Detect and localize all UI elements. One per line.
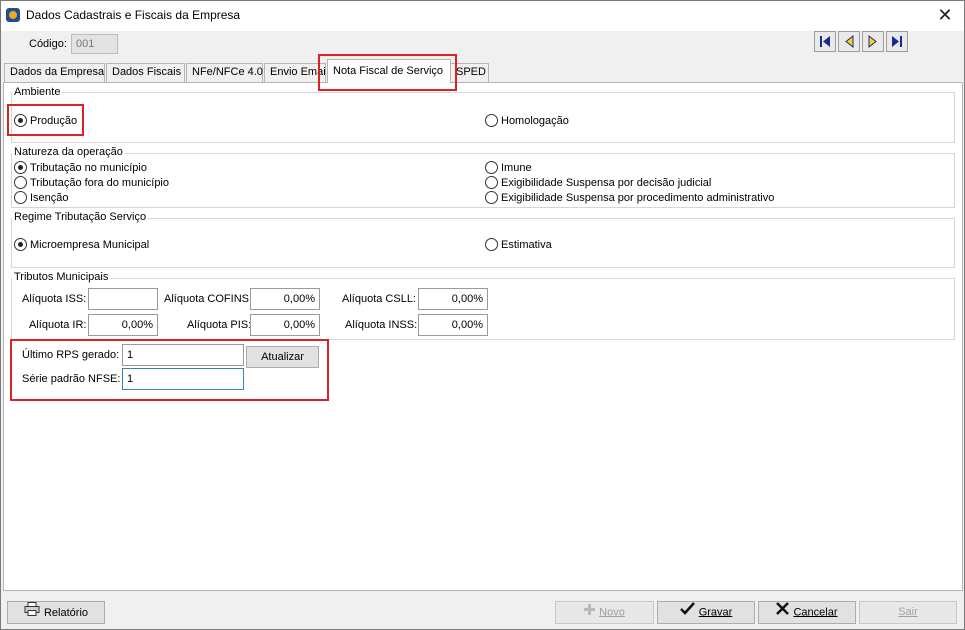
sair-button[interactable]: Sair bbox=[859, 601, 957, 624]
first-record-icon bbox=[820, 36, 830, 47]
natureza-title: Natureza da operação bbox=[12, 146, 125, 158]
cancelar-button[interactable]: Cancelar bbox=[758, 601, 856, 624]
relatorio-label: Relatório bbox=[43, 606, 89, 619]
radio-exig-administrativo-label: Exigibilidade Suspensa por procedimento … bbox=[501, 192, 775, 204]
ir-label: Alíquota IR: bbox=[29, 319, 87, 331]
tab-panel: Ambiente Produção Homologação Natureza d… bbox=[3, 82, 963, 591]
cofins-field[interactable]: 0,00% bbox=[250, 288, 320, 310]
radio-tributacao-municipio-label: Tributação no município bbox=[30, 162, 147, 174]
first-record-button[interactable] bbox=[814, 31, 836, 52]
gravar-label: Gravar bbox=[698, 606, 733, 619]
sair-label: Sair bbox=[898, 606, 918, 618]
radio-exig-judicial[interactable] bbox=[485, 176, 498, 189]
footer-bar: Relatório Novo Gravar Cancelar Sair bbox=[1, 591, 964, 629]
codigo-label: Código: bbox=[29, 38, 67, 50]
tab-dados-fiscais[interactable]: Dados Fiscais bbox=[106, 63, 185, 82]
novo-label: Novo bbox=[599, 606, 625, 619]
ambiente-title: Ambiente bbox=[12, 86, 63, 98]
radio-producao-label: Produção bbox=[30, 115, 78, 127]
relatorio-button[interactable]: Relatório bbox=[7, 601, 105, 624]
radio-exig-judicial-label: Exigibilidade Suspensa por decisão judic… bbox=[501, 177, 712, 189]
inss-label: Alíquota INSS: bbox=[345, 319, 418, 331]
ultimo-rps-field[interactable]: 1 bbox=[122, 344, 244, 366]
tab-nfe-nfce[interactable]: NFe/NFCe 4.0 bbox=[186, 63, 263, 82]
ambiente-group bbox=[11, 92, 955, 143]
printer-icon bbox=[24, 602, 40, 624]
radio-imune[interactable] bbox=[485, 161, 498, 174]
tab-nota-fiscal-servico[interactable]: Nota Fiscal de Serviço bbox=[327, 59, 451, 83]
prev-record-button[interactable] bbox=[838, 31, 860, 52]
pis-field[interactable]: 0,00% bbox=[250, 314, 320, 336]
novo-button[interactable]: Novo bbox=[555, 601, 654, 624]
radio-tributacao-municipio[interactable] bbox=[14, 161, 27, 174]
csll-label: Alíquota CSLL: bbox=[342, 293, 416, 305]
tab-dados-empresa[interactable]: Dados da Empresa bbox=[4, 63, 105, 82]
ir-field[interactable]: 0,00% bbox=[88, 314, 158, 336]
serie-nfse-field[interactable]: 1 bbox=[122, 368, 244, 390]
title-bar: Dados Cadastrais e Fiscais da Empresa ✕ bbox=[1, 1, 964, 31]
app-logo-icon bbox=[6, 8, 20, 22]
radio-tributacao-fora-label: Tributação fora do município bbox=[30, 177, 169, 189]
check-icon bbox=[679, 602, 695, 623]
radio-estimativa[interactable] bbox=[485, 238, 498, 251]
regime-title: Regime Tributação Serviço bbox=[12, 211, 149, 223]
atualizar-button[interactable]: Atualizar bbox=[246, 346, 319, 368]
next-record-icon bbox=[868, 35, 877, 48]
pis-label: Alíquota PIS: bbox=[187, 319, 252, 331]
gravar-button[interactable]: Gravar bbox=[657, 601, 755, 624]
ultimo-rps-label: Último RPS gerado: bbox=[22, 349, 120, 361]
last-record-icon bbox=[892, 36, 902, 47]
serie-nfse-label: Série padrão NFSE: bbox=[22, 373, 121, 385]
iss-field[interactable] bbox=[88, 288, 158, 310]
radio-estimativa-label: Estimativa bbox=[501, 239, 552, 251]
radio-exig-administrativo[interactable] bbox=[485, 191, 498, 204]
radio-imune-label: Imune bbox=[501, 162, 532, 174]
main-window: Dados Cadastrais e Fiscais da Empresa ✕ … bbox=[0, 0, 965, 630]
radio-microempresa-label: Microempresa Municipal bbox=[30, 239, 150, 251]
inss-field[interactable]: 0,00% bbox=[418, 314, 488, 336]
tributos-title: Tributos Municipais bbox=[12, 271, 111, 283]
radio-homologacao[interactable] bbox=[485, 114, 498, 127]
iss-label: Alíquota ISS: bbox=[22, 293, 87, 305]
radio-homologacao-label: Homologação bbox=[501, 115, 569, 127]
plus-icon bbox=[584, 602, 596, 623]
next-record-button[interactable] bbox=[862, 31, 884, 52]
cancel-x-icon bbox=[776, 602, 790, 623]
regime-group bbox=[11, 218, 955, 268]
radio-isencao[interactable] bbox=[14, 191, 27, 204]
cofins-label: Alíquota COFINS: bbox=[164, 293, 253, 305]
tab-envio-email[interactable]: Envio Email bbox=[264, 63, 326, 82]
last-record-button[interactable] bbox=[886, 31, 908, 52]
tab-sped[interactable]: SPED bbox=[450, 63, 489, 82]
codigo-field: 001 bbox=[71, 34, 118, 54]
close-icon[interactable]: ✕ bbox=[934, 4, 956, 26]
radio-tributacao-fora[interactable] bbox=[14, 176, 27, 189]
window-title: Dados Cadastrais e Fiscais da Empresa bbox=[26, 8, 241, 22]
radio-producao[interactable] bbox=[14, 114, 27, 127]
prev-record-icon bbox=[845, 35, 854, 48]
radio-isencao-label: Isenção bbox=[30, 192, 69, 204]
cancelar-label: Cancelar bbox=[793, 606, 838, 619]
csll-field[interactable]: 0,00% bbox=[418, 288, 488, 310]
radio-microempresa[interactable] bbox=[14, 238, 27, 251]
